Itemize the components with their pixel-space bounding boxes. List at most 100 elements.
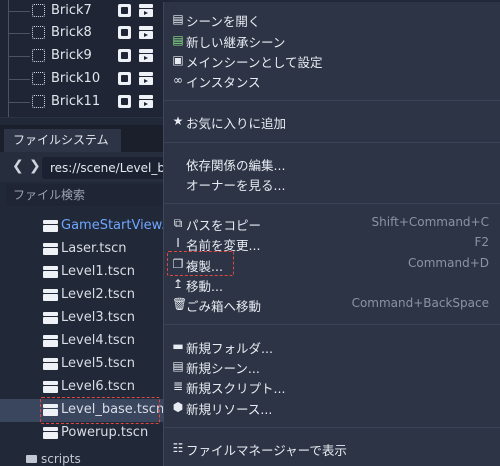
menu-item-copy-path[interactable]: ⧉ パスをコピー Shift+Command+C: [164, 214, 500, 234]
file-name: Level4.tscn: [61, 333, 135, 348]
node2d-icon: [32, 4, 45, 17]
menu-separator: [164, 324, 500, 325]
scene-file-icon: [43, 289, 58, 301]
visibility-icon[interactable]: [118, 26, 131, 39]
menu-item-view-owners[interactable]: オーナーを見る...: [164, 174, 500, 194]
menu-item-open-scene[interactable]: ▤ シーンを開く: [164, 10, 500, 30]
filesystem-icon: ☷: [172, 441, 184, 455]
clapperboard-icon: ▤: [172, 12, 184, 26]
tab-filesystem[interactable]: ファイルシステム: [4, 129, 121, 152]
folder-icon: ▬: [172, 339, 184, 353]
visibility-icon[interactable]: [118, 72, 131, 85]
file-name: Level6.tscn: [61, 379, 135, 394]
resource-icon: ⬢: [172, 400, 184, 414]
node2d-icon: [32, 49, 45, 62]
open-scene-icon[interactable]: [139, 72, 153, 85]
menu-item-set-main-scene[interactable]: ▣ メインシーンとして設定: [164, 51, 500, 71]
file-item[interactable]: Level1.tscn: [0, 261, 170, 284]
menu-item-new-inherited-scene[interactable]: ▤ 新しい継承シーン: [164, 31, 500, 51]
scene-file-icon: [43, 312, 58, 324]
scene-file-icon: [43, 220, 58, 232]
menu-item-new-scene[interactable]: ▤ 新規シーン...: [164, 357, 500, 377]
tree-node-brick8[interactable]: Brick8: [0, 22, 170, 45]
file-name: Powerup.tscn: [61, 425, 149, 440]
forward-button[interactable]: ❯: [29, 158, 41, 174]
duplicate-annotation: [167, 251, 234, 276]
main-scene-icon: ▣: [172, 53, 184, 67]
tree-node-brick10[interactable]: Brick10: [0, 68, 170, 91]
script-icon: ≣: [172, 379, 184, 393]
file-name: Level3.tscn: [61, 310, 135, 325]
file-list: GameStartView.tscn Laser.tscn Level1.tsc…: [0, 208, 193, 466]
file-name: Level1.tscn: [61, 264, 135, 279]
file-item[interactable]: Powerup.tscn: [0, 422, 170, 445]
visibility-icon[interactable]: [118, 4, 131, 17]
link-icon: ∞: [173, 73, 183, 87]
copy-icon: ⧉: [173, 216, 183, 230]
scene-tree-panel: Brick7 Brick8 Brick9 Brick10 Brick11: [0, 0, 170, 118]
menu-item-new-folder[interactable]: ▬ 新規フォルダ...: [164, 337, 500, 357]
trash-icon: 🗑: [172, 297, 188, 311]
visibility-icon[interactable]: [118, 95, 131, 108]
scene-file-icon: [43, 427, 58, 439]
menu-item-add-favorite[interactable]: ★ お気に入りに追加: [164, 112, 500, 132]
file-search-input[interactable]: ファイル検索: [6, 184, 170, 206]
file-item[interactable]: GameStartView.tscn: [0, 215, 193, 238]
file-name: Level5.tscn: [61, 356, 135, 371]
tree-node-label: Brick9: [51, 48, 92, 63]
shortcut-label: Shift+Command+C: [371, 215, 489, 229]
shortcut-label: F2: [474, 235, 489, 249]
open-scene-icon[interactable]: [139, 4, 153, 17]
move-icon: ↥: [172, 277, 184, 291]
menu-separator: [164, 142, 500, 143]
clapperboard-icon: ▤: [172, 359, 184, 373]
tree-node-label: Brick7: [51, 3, 92, 18]
tree-node-label: Brick10: [51, 71, 101, 86]
visibility-icon[interactable]: [118, 49, 131, 62]
open-scene-icon[interactable]: [139, 49, 153, 62]
tree-node-label: Brick11: [51, 94, 101, 109]
menu-item-show-in-file-manager[interactable]: ☷ ファイルマネージャーで表示: [164, 439, 500, 459]
file-name: Level2.tscn: [61, 287, 135, 302]
open-scene-icon[interactable]: [139, 95, 153, 108]
path-field[interactable]: res://scene/Level_base.tscn: [42, 157, 170, 179]
open-scene-icon[interactable]: [139, 26, 153, 39]
selection-annotation: [40, 397, 160, 424]
file-item[interactable]: Level5.tscn: [0, 353, 170, 376]
scene-file-icon: [43, 381, 58, 393]
menu-item-edit-dependencies[interactable]: 依存関係の編集...: [164, 154, 500, 174]
tree-node-brick7[interactable]: Brick7: [0, 0, 170, 23]
tree-node-brick11[interactable]: Brick11: [0, 91, 170, 114]
menu-item-new-script[interactable]: ≣ 新規スクリプト...: [164, 377, 500, 397]
node2d-icon: [32, 26, 45, 39]
file-name: Laser.tscn: [61, 241, 127, 256]
folder-item-partial[interactable]: scripts: [26, 452, 81, 466]
node2d-icon: [32, 72, 45, 85]
menu-separator: [164, 100, 500, 101]
context-menu: ▤ シーンを開く ▤ 新しい継承シーン ▣ メインシーンとして設定 ∞ インスタ…: [163, 2, 500, 466]
tree-node-label: Brick8: [51, 25, 92, 40]
menu-item-instance[interactable]: ∞ インスタンス: [164, 71, 500, 91]
star-icon: ★: [172, 114, 184, 128]
scene-file-icon: [43, 243, 58, 255]
file-item[interactable]: Level3.tscn: [0, 307, 170, 330]
scene-file-icon: [43, 335, 58, 347]
scene-file-icon: [43, 266, 58, 278]
menu-item-move[interactable]: ↥ 移動...: [164, 275, 500, 295]
file-item[interactable]: Laser.tscn: [0, 238, 170, 261]
inherited-scene-icon: ▤: [172, 33, 184, 47]
menu-item-move-to-trash[interactable]: 🗑 ごみ箱へ移動 Command+BackSpace: [164, 295, 500, 315]
node2d-icon: [32, 95, 45, 108]
menu-item-new-resource[interactable]: ⬢ 新規リソース...: [164, 398, 500, 418]
shortcut-label: Command+BackSpace: [351, 296, 489, 310]
menu-separator: [164, 203, 500, 204]
file-item[interactable]: Level4.tscn: [0, 330, 170, 353]
file-item[interactable]: Level2.tscn: [0, 284, 170, 307]
menu-separator: [164, 427, 500, 428]
scene-file-icon: [43, 358, 58, 370]
back-button[interactable]: ❮: [12, 158, 24, 174]
tree-node-brick9[interactable]: Brick9: [0, 45, 170, 68]
file-item[interactable]: Level6.tscn: [0, 376, 170, 399]
rename-icon: Ⅰ: [176, 236, 180, 250]
shortcut-label: Command+D: [408, 256, 489, 270]
